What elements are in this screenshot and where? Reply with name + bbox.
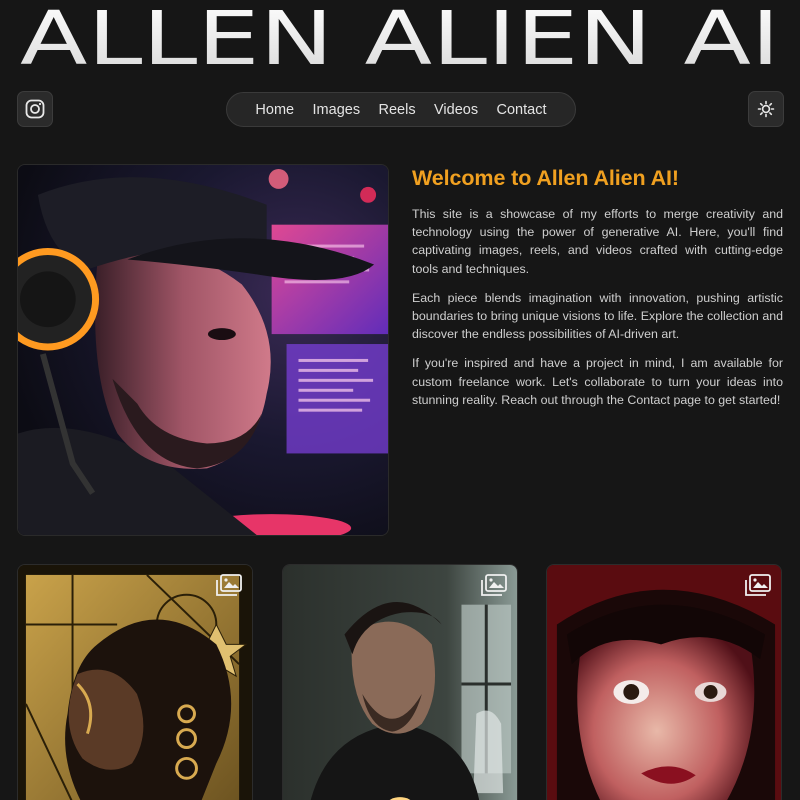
nav-contact[interactable]: Contact	[497, 102, 547, 118]
image-icon	[216, 574, 242, 596]
site-title-text: ALLEN ALIEN AI	[20, 0, 780, 76]
hero-image	[17, 164, 389, 536]
intro-paragraph: This site is a showcase of my efforts to…	[412, 207, 783, 276]
instagram-icon	[25, 99, 45, 119]
intro-section: Welcome to Allen Alien AI! This site is …	[412, 166, 783, 420]
site-title: ALLEN ALIEN AI	[20, 0, 780, 76]
gold-portrait-illustration	[18, 565, 252, 800]
gallery-card-red-light[interactable]	[546, 564, 782, 800]
haunted-room-illustration	[283, 565, 517, 800]
gallery-card-gold-portrait[interactable]	[17, 564, 253, 800]
main-nav: Home Images Reels Videos Contact	[226, 92, 576, 127]
nav-videos[interactable]: Videos	[434, 102, 478, 118]
intro-paragraph: Each piece blends imagination with innov…	[412, 290, 783, 342]
red-light-portrait-illustration	[547, 565, 781, 800]
intro-paragraph: If you're inspired and have a project in…	[412, 356, 783, 407]
nav-images[interactable]: Images	[313, 102, 361, 118]
intro-title: Welcome to Allen Alien AI!	[412, 166, 679, 190]
hero-portrait-illustration	[18, 165, 388, 535]
image-icon	[745, 574, 771, 596]
instagram-button[interactable]	[17, 91, 53, 127]
nav-home[interactable]: Home	[255, 102, 294, 118]
sun-icon	[757, 100, 775, 118]
theme-toggle-button[interactable]	[748, 91, 784, 127]
image-icon	[481, 574, 507, 596]
gallery-card-haunted-room[interactable]	[282, 564, 518, 800]
nav-reels[interactable]: Reels	[379, 102, 416, 118]
